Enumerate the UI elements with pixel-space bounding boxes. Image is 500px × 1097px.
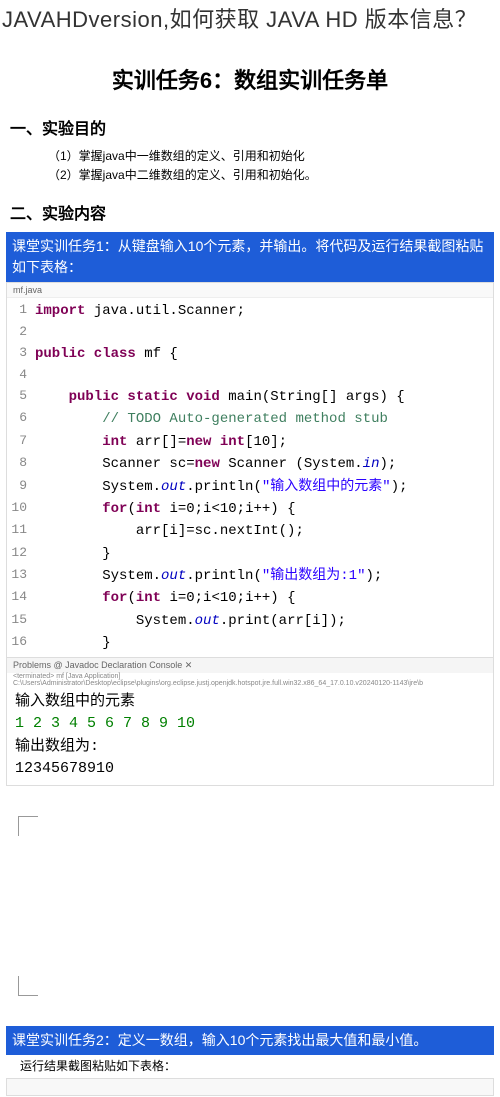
line-number: 4 xyxy=(7,365,35,386)
code-line: 10 for(int i=0;i<10;i++) { xyxy=(7,498,493,520)
line-number: 5 xyxy=(7,386,35,408)
console-line: 输出数组为: xyxy=(15,736,485,759)
task-2-header: 课堂实训任务2：定义一数组，输入10个元素找出最大值和最小值。 xyxy=(6,1026,494,1055)
section-2-heading: 二、实验内容 xyxy=(10,200,490,224)
code-line: 11 arr[i]=sc.nextInt(); xyxy=(7,520,493,542)
code-line: 7 int arr[]=new int[10]; xyxy=(7,431,493,453)
line-number: 16 xyxy=(7,632,35,654)
section-1-item: （1）掌握java中一维数组的定义、引用和初始化 xyxy=(48,147,500,166)
console-output: 输入数组中的元素1 2 3 4 5 6 7 8 9 10输出数组为:123456… xyxy=(7,687,493,785)
line-number: 2 xyxy=(7,322,35,343)
line-content: System.out.println("输出数组为:1"); xyxy=(35,565,493,587)
line-content: System.out.print(arr[i]); xyxy=(35,610,493,632)
line-number: 8 xyxy=(7,453,35,475)
code-line: 4 xyxy=(7,365,493,386)
line-number: 11 xyxy=(7,520,35,542)
code-container: mf.java 1import java.util.Scanner;23publ… xyxy=(6,282,494,786)
line-number: 6 xyxy=(7,408,35,430)
line-number: 1 xyxy=(7,300,35,322)
line-number: 10 xyxy=(7,498,35,520)
code-line: 3public class mf { xyxy=(7,343,493,365)
line-content: for(int i=0;i<10;i++) { xyxy=(35,587,493,609)
console-line: 12345678910 xyxy=(15,758,485,781)
code-line: 8 Scanner sc=new Scanner (System.in); xyxy=(7,453,493,475)
line-number: 15 xyxy=(7,610,35,632)
section-1-item: （2）掌握java中二维数组的定义、引用和初始化。 xyxy=(48,166,500,185)
line-number: 13 xyxy=(7,565,35,587)
line-content: arr[i]=sc.nextInt(); xyxy=(35,520,493,542)
line-content xyxy=(35,322,493,343)
code-line: 2 xyxy=(7,322,493,343)
code-line: 15 System.out.print(arr[i]); xyxy=(7,610,493,632)
page-break xyxy=(0,786,500,1026)
code-line: 9 System.out.println("输入数组中的元素"); xyxy=(7,476,493,498)
code-line: 1import java.util.Scanner; xyxy=(7,300,493,322)
page-corner-icon xyxy=(18,816,38,836)
line-content: public class mf { xyxy=(35,343,493,365)
line-content: } xyxy=(35,543,493,565)
main-title: 实训任务6：数组实训任务单 xyxy=(0,63,500,95)
console-line: 输入数组中的元素 xyxy=(15,691,485,714)
line-content: int arr[]=new int[10]; xyxy=(35,431,493,453)
page-top-question: JAVAHDversion,如何获取 JAVA HD 版本信息？ xyxy=(0,0,500,39)
page-corner-icon xyxy=(18,976,38,996)
task-2-image-placeholder xyxy=(6,1078,494,1096)
code-line: 14 for(int i=0;i<10;i++) { xyxy=(7,587,493,609)
code-line: 16 } xyxy=(7,632,493,654)
line-number: 7 xyxy=(7,431,35,453)
code-line: 5 public static void main(String[] args)… xyxy=(7,386,493,408)
line-content: // TODO Auto-generated method stub xyxy=(35,408,493,430)
line-content: for(int i=0;i<10;i++) { xyxy=(35,498,493,520)
code-line: 6 // TODO Auto-generated method stub xyxy=(7,408,493,430)
line-content: import java.util.Scanner; xyxy=(35,300,493,322)
task-2-note: 运行结果截图粘贴如下表格： xyxy=(20,1057,480,1074)
line-content: } xyxy=(35,632,493,654)
section-1-list: （1）掌握java中一维数组的定义、引用和初始化 （2）掌握java中二维数组的… xyxy=(48,147,500,185)
line-content: public static void main(String[] args) { xyxy=(35,386,493,408)
console-line: 1 2 3 4 5 6 7 8 9 10 xyxy=(15,713,485,736)
code-file-tab: mf.java xyxy=(7,283,493,298)
code-line: 12 } xyxy=(7,543,493,565)
line-number: 3 xyxy=(7,343,35,365)
line-content xyxy=(35,365,493,386)
code-editor: 1import java.util.Scanner;23public class… xyxy=(7,298,493,657)
console-tabs: Problems @ Javadoc Declaration Console ✕ xyxy=(7,657,493,673)
line-content: System.out.println("输入数组中的元素"); xyxy=(35,476,493,498)
console-meta: <terminated> mf [Java Application] C:\Us… xyxy=(7,673,493,687)
line-content: Scanner sc=new Scanner (System.in); xyxy=(35,453,493,475)
line-number: 14 xyxy=(7,587,35,609)
line-number: 12 xyxy=(7,543,35,565)
line-number: 9 xyxy=(7,476,35,498)
section-1-heading: 一、实验目的 xyxy=(10,115,490,139)
task-1-header: 课堂实训任务1：从键盘输入10个元素，并输出。将代码及运行结果截图粘贴如下表格： xyxy=(6,232,494,282)
code-line: 13 System.out.println("输出数组为:1"); xyxy=(7,565,493,587)
